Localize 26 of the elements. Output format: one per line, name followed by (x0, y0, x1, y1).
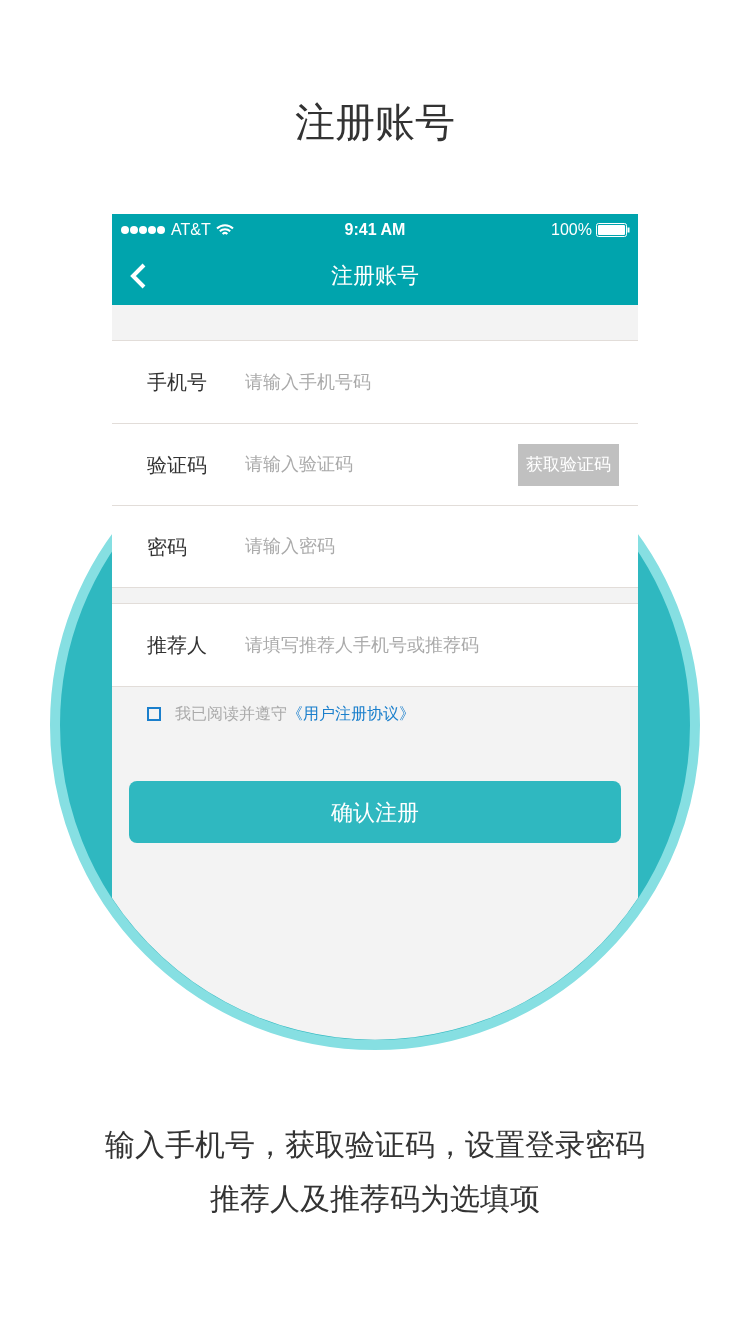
caption-line: 输入手机号，获取验证码，设置登录密码 (105, 1127, 645, 1163)
agreement-checkbox[interactable] (147, 707, 161, 721)
form-row[interactable]: 验证码 请输入验证码 获取验证码 (112, 423, 638, 505)
form-row[interactable]: 推荐人 请填写推荐人手机号或推荐码 (112, 604, 638, 686)
navigation-title: 注册账号 (331, 262, 419, 290)
input-field[interactable]: 请输入密码 (245, 526, 619, 567)
battery-icon (596, 223, 630, 237)
field-label: 密码 (147, 534, 188, 560)
carrier-label: AT&T (171, 220, 211, 240)
field-label: 推荐人 (147, 633, 208, 658)
back-icon[interactable] (128, 262, 148, 290)
caption-line: 推荐人及推荐码为选填项 (210, 1181, 540, 1217)
input-field[interactable]: 请输入验证码 (245, 444, 518, 485)
wifi-icon (215, 223, 234, 237)
agreement-link[interactable]: 《用户注册协议》 (287, 705, 415, 722)
input-field[interactable]: 请输入手机号码 (245, 362, 619, 402)
form-row[interactable]: 密码 请输入密码 (112, 505, 638, 587)
field-label: 手机号 (147, 370, 208, 395)
battery-label: 100% (551, 220, 592, 240)
signal-icon (120, 225, 166, 235)
input-field[interactable]: 请填写推荐人手机号或推荐码 (245, 625, 619, 665)
agreement-text: 我已阅读并遵守《用户注册协议》 (175, 704, 415, 724)
field-label: 验证码 (147, 452, 208, 478)
page-heading: 注册账号 (295, 99, 455, 146)
clock-label: 9:41 AM (344, 220, 406, 240)
form-row[interactable]: 手机号 请输入手机号码 (112, 341, 638, 423)
